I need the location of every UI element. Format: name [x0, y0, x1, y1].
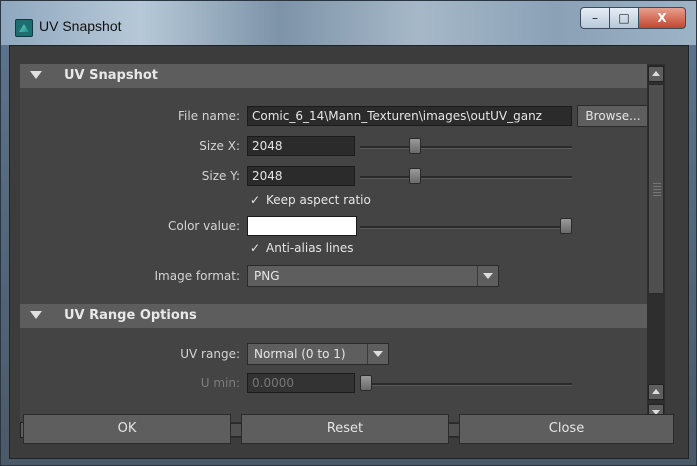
size-y-field[interactable]: 2048: [247, 166, 355, 186]
maximize-button[interactable]: □: [609, 7, 639, 29]
size-x-label: Size X:: [199, 139, 240, 153]
uv-range-value: Normal (0 to 1): [254, 347, 346, 361]
window-title: UV Snapshot: [39, 18, 122, 34]
checkmark-icon: ✓: [250, 241, 261, 255]
section-title: UV Range Options: [64, 308, 197, 323]
size-y-slider-handle[interactable]: [409, 168, 421, 184]
chevron-down-icon: [477, 266, 498, 286]
vertical-scroll-thumb[interactable]: [648, 84, 664, 294]
close-window-button[interactable]: X: [638, 7, 686, 29]
collapse-triangle-icon: [30, 311, 42, 319]
color-value-slider-track[interactable]: [360, 226, 572, 229]
color-value-label: Color value:: [168, 219, 240, 233]
image-format-dropdown[interactable]: PNG: [247, 265, 499, 287]
size-x-field[interactable]: 2048: [247, 136, 355, 156]
u-min-slider-handle: [360, 375, 372, 391]
vertical-scrollbar[interactable]: [647, 64, 665, 422]
collapse-triangle-icon: [30, 71, 42, 79]
section-title: UV Snapshot: [64, 68, 158, 83]
arrow-up-icon: [652, 71, 660, 76]
keep-aspect-ratio-checkbox[interactable]: ✓ Keep aspect ratio: [250, 193, 371, 207]
size-x-slider-track[interactable]: [360, 146, 572, 149]
file-name-field[interactable]: Comic_6_14\Mann_Texturen\images\outUV_ga…: [247, 106, 572, 126]
arrow-up-icon: [652, 389, 660, 394]
uv-range-dropdown[interactable]: Normal (0 to 1): [247, 343, 389, 365]
chevron-down-icon: [367, 344, 388, 364]
close-button[interactable]: Close: [459, 414, 674, 444]
keep-aspect-ratio-label: Keep aspect ratio: [266, 193, 371, 207]
file-name-label: File name:: [178, 109, 240, 123]
color-value-slider-handle[interactable]: [560, 218, 572, 234]
section-header-uv-snapshot[interactable]: UV Snapshot: [20, 64, 647, 88]
size-y-slider-track[interactable]: [360, 176, 572, 179]
ok-button[interactable]: OK: [23, 414, 231, 444]
grip-icon: [653, 183, 661, 197]
image-format-label: Image format:: [154, 269, 240, 283]
u-min-label: U min:: [200, 376, 240, 390]
uv-range-label: UV range:: [180, 347, 240, 361]
anti-alias-lines-label: Anti-alias lines: [266, 241, 354, 255]
u-min-field: 0.0000: [247, 373, 355, 393]
size-x-slider-handle[interactable]: [409, 138, 421, 154]
dialog-client-area: UV Snapshot File name: Comic_6_14\Mann_T…: [9, 45, 689, 459]
image-format-value: PNG: [254, 269, 280, 283]
checkmark-icon: ✓: [250, 193, 261, 207]
color-value-swatch[interactable]: [247, 216, 357, 236]
section-header-uv-range-options[interactable]: UV Range Options: [20, 304, 647, 328]
reset-button[interactable]: Reset: [241, 414, 449, 444]
minimize-button[interactable]: –: [580, 7, 610, 29]
title-bar[interactable]: UV Snapshot – □ X: [1, 1, 696, 45]
u-min-slider-track: [360, 383, 572, 386]
anti-alias-lines-checkbox[interactable]: ✓ Anti-alias lines: [250, 241, 354, 255]
scroll-up-button[interactable]: [648, 66, 664, 82]
scroll-up-button-lower[interactable]: [648, 384, 664, 400]
window-controls: – □ X: [580, 7, 686, 29]
browse-button[interactable]: Browse...: [577, 105, 647, 127]
size-y-label: Size Y:: [201, 169, 240, 183]
options-scroll-area: UV Snapshot File name: Comic_6_14\Mann_T…: [20, 64, 647, 422]
uv-snapshot-window: UV Snapshot – □ X UV Snapshot File name:…: [0, 0, 697, 466]
maya-app-icon: [15, 19, 33, 37]
